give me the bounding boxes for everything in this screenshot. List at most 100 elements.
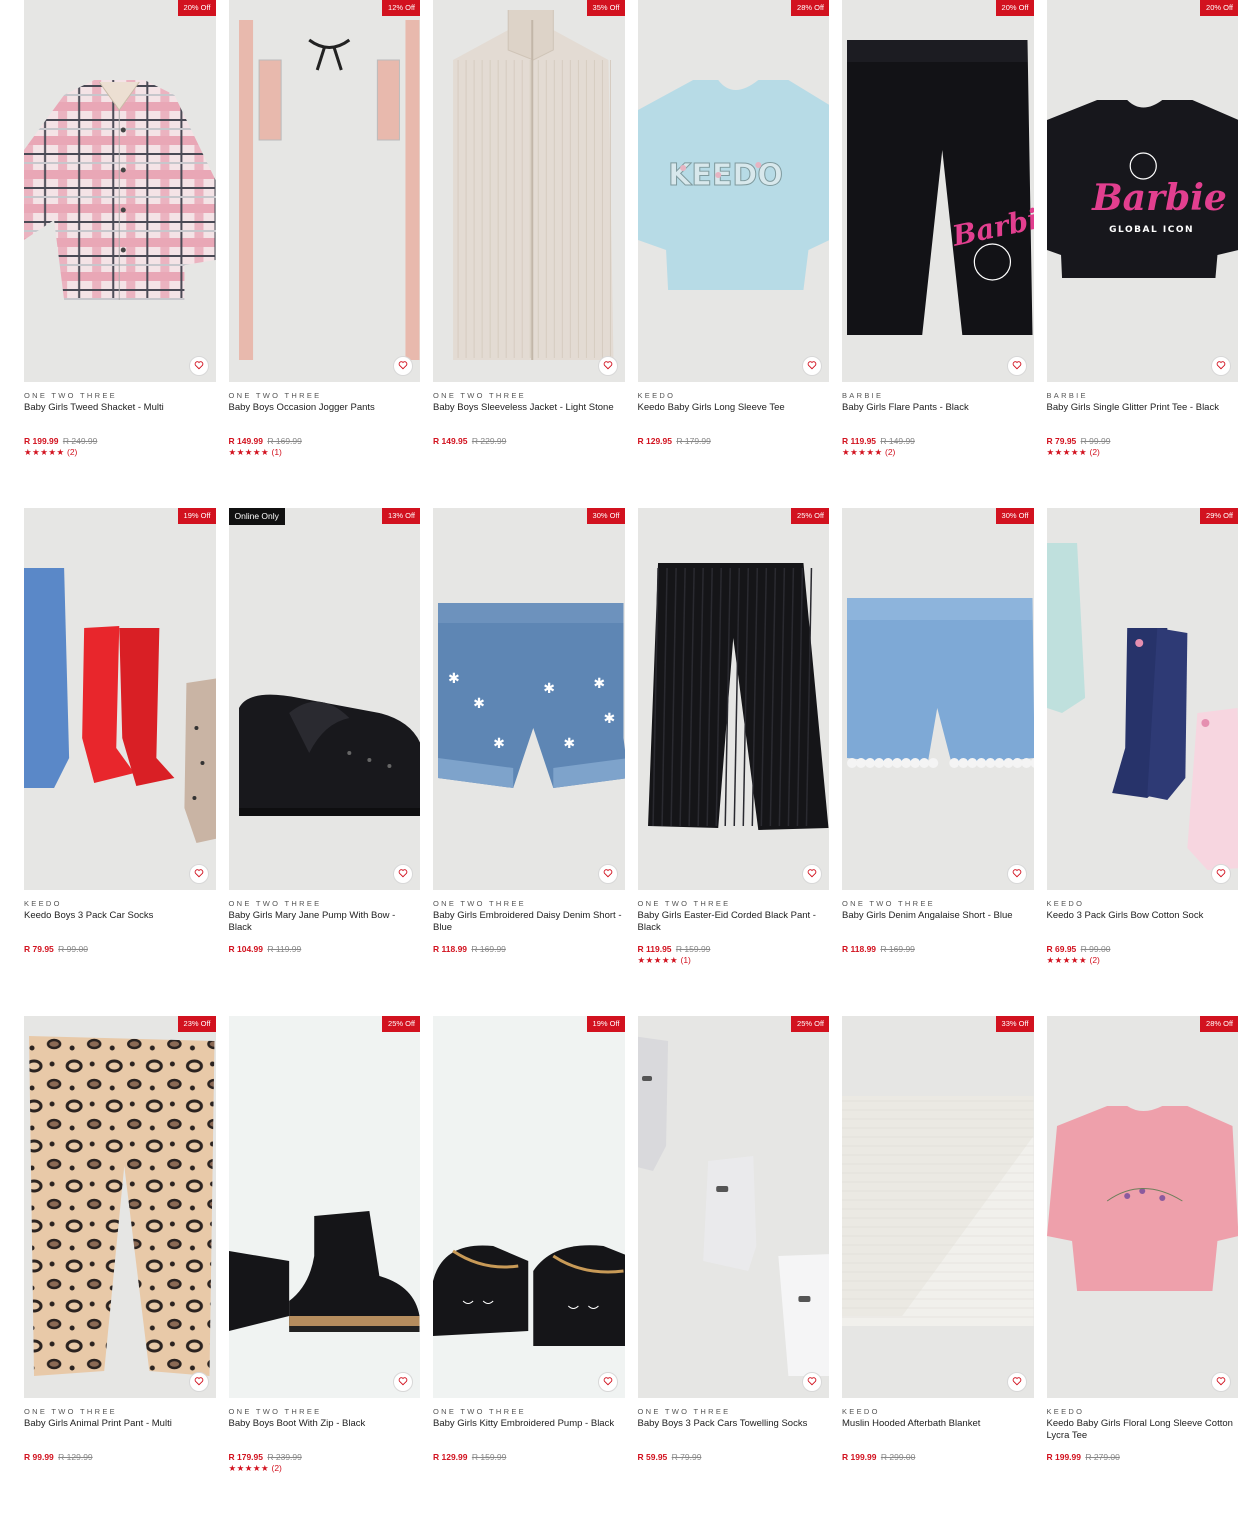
product-image[interactable]: 25% Off <box>637 508 829 890</box>
product-title[interactable]: Baby Girls Easter-Eid Corded Black Pant … <box>638 910 830 944</box>
wishlist-button[interactable] <box>188 356 209 376</box>
product-card[interactable]: 25% Off ONE TWO THREE Baby Boys 3 Pack C… <box>637 1016 830 1524</box>
product-card[interactable]: 35% Off ONE TWO THREE Baby Boys Sleevele… <box>433 0 625 508</box>
wishlist-button[interactable] <box>597 1372 618 1392</box>
product-card[interactable]: ✱ ✱ ✱ ✱ ✱ ✱ ✱ 30% Off ONE TWO THREE Baby Girls… <box>433 508 625 1016</box>
product-title[interactable]: Baby Girls Animal Print Pant - Multi <box>24 1418 216 1452</box>
product-title[interactable]: Keedo Baby Girls Long Sleeve Tee <box>638 402 830 436</box>
product-brand: ONE TWO THREE <box>228 1407 322 1416</box>
product-card[interactable]: 19% Off ONE TWO THREE Baby Girls Kitty E… <box>433 1016 625 1524</box>
product-price: R 118.99 R 169.99 <box>433 944 625 954</box>
wishlist-button[interactable] <box>597 356 618 376</box>
product-image[interactable]: 35% Off <box>433 0 625 382</box>
product-card[interactable]: Barbie GLOBAL ICON 20% Off BARBIE Baby G… <box>1046 0 1239 508</box>
product-card[interactable]: 25% Off ONE TWO THREE Baby Girls Easter-… <box>637 508 830 1016</box>
heart-icon <box>603 865 613 883</box>
product-title[interactable]: Baby Boys 3 Pack Cars Towelling Socks <box>638 1418 830 1452</box>
wishlist-button[interactable] <box>1006 864 1027 884</box>
current-price: R 199.99 <box>24 436 59 446</box>
product-image[interactable]: Barbie GLOBAL ICON 20% Off <box>1046 0 1238 382</box>
product-image[interactable]: 23% Off <box>24 1016 216 1398</box>
discount-badge: 35% Off <box>586 0 625 16</box>
product-card[interactable]: 23% Off ONE TWO THREE Baby Girls Animal … <box>24 1016 216 1524</box>
heart-icon <box>807 357 817 375</box>
wishlist-button[interactable] <box>1006 356 1027 376</box>
product-title[interactable]: Baby Girls Mary Jane Pump With Bow - Bla… <box>229 910 421 944</box>
product-card[interactable]: 19% Off KEEDO Keedo Boys 3 Pack Car Sock… <box>24 508 216 1016</box>
svg-text:✱: ✱ <box>563 736 575 752</box>
product-image[interactable]: ✱ ✱ ✱ ✱ ✱ ✱ ✱ 30% Off <box>433 508 625 890</box>
product-title[interactable]: Baby Girls Kitty Embroidered Pump - Blac… <box>433 1418 625 1452</box>
product-rating[interactable]: ★★★★★ (1) <box>229 447 421 457</box>
product-card[interactable]: 12% Off ONE TWO THREE Baby Boys Occasion… <box>228 0 421 508</box>
product-card[interactable]: Barbie 20% Off BARBIE Baby Girls Flare P… <box>842 0 1034 508</box>
wishlist-button[interactable] <box>188 864 209 884</box>
product-image[interactable]: 20% Off <box>24 0 216 382</box>
product-card[interactable]: 20% Off ONE TWO THREE Baby Girls Tweed S… <box>24 0 216 508</box>
product-rating[interactable]: ★★★★★ (1) <box>638 955 830 965</box>
product-image[interactable]: KEEDO 28% Off <box>637 0 829 382</box>
star-icons: ★★★★★ <box>842 447 883 457</box>
product-title[interactable]: Baby Boys Boot With Zip - Black <box>229 1418 421 1452</box>
product-card[interactable]: 25% Off ONE TWO THREE Baby Boys Boot Wit… <box>228 1016 421 1524</box>
product-price: R 79.95 R 99.00 <box>24 944 216 954</box>
wishlist-button[interactable] <box>393 864 413 884</box>
wishlist-button[interactable] <box>802 864 822 884</box>
product-image[interactable]: 30% Off <box>842 508 1034 890</box>
product-rating[interactable]: ★★★★★ (2) <box>842 447 1034 457</box>
product-title[interactable]: Baby Boys Sleeveless Jacket - Light Ston… <box>433 402 625 436</box>
product-rating[interactable]: ★★★★★ (2) <box>1047 447 1239 457</box>
product-image[interactable]: 25% Off <box>637 1016 829 1398</box>
product-image[interactable]: 29% Off <box>1046 508 1238 890</box>
product-card[interactable]: 28% Off KEEDO Keedo Baby Girls Floral Lo… <box>1046 1016 1239 1524</box>
wishlist-button[interactable] <box>1211 356 1231 376</box>
product-title[interactable]: Baby Girls Tweed Shacket - Multi <box>24 402 216 436</box>
product-rating[interactable]: ★★★★★ (2) <box>229 1463 421 1473</box>
product-card[interactable]: KEEDO 28% Off KEEDO Keedo Baby Girls Lon… <box>637 0 830 508</box>
product-card[interactable]: 30% Off ONE TWO THREE Baby Girls Denim A… <box>842 508 1034 1016</box>
wishlist-button[interactable] <box>393 1372 413 1392</box>
product-rating[interactable]: ★★★★★ (2) <box>1047 955 1239 965</box>
product-image[interactable]: Barbie 20% Off <box>842 0 1034 382</box>
wishlist-button[interactable] <box>1211 1372 1231 1392</box>
wishlist-button[interactable] <box>802 1372 822 1392</box>
product-title[interactable]: Baby Girls Flare Pants - Black <box>842 402 1034 436</box>
svg-text:GLOBAL ICON: GLOBAL ICON <box>1109 225 1194 235</box>
product-card[interactable]: 33% Off KEEDO Muslin Hooded Afterbath Bl… <box>842 1016 1034 1524</box>
product-image[interactable]: 19% Off <box>24 508 216 890</box>
product-price: R 59.95 R 79.99 <box>638 1452 830 1462</box>
discount-badge: 25% Off <box>791 1016 829 1032</box>
wishlist-button[interactable] <box>802 356 822 376</box>
wishlist-button[interactable] <box>188 1372 209 1392</box>
original-price: R 119.99 <box>267 944 302 954</box>
svg-text:✱: ✱ <box>593 676 605 692</box>
product-image[interactable]: 12% Off <box>228 0 420 382</box>
product-title[interactable]: Baby Girls Embroidered Daisy Denim Short… <box>433 910 625 944</box>
product-title[interactable]: Muslin Hooded Afterbath Blanket <box>842 1418 1034 1452</box>
heart-icon <box>398 357 408 375</box>
wishlist-button[interactable] <box>1006 1372 1027 1392</box>
product-image[interactable]: 25% Off <box>228 1016 420 1398</box>
heart-icon <box>1012 357 1022 375</box>
product-title[interactable]: Keedo Boys 3 Pack Car Socks <box>24 910 216 944</box>
product-title[interactable]: Baby Boys Occasion Jogger Pants <box>229 402 421 436</box>
wishlist-button[interactable] <box>1211 864 1231 884</box>
svg-text:✱: ✱ <box>473 696 485 712</box>
product-image[interactable]: Online Only 13% Off <box>228 508 420 890</box>
product-image[interactable]: 33% Off <box>842 1016 1034 1398</box>
product-title[interactable]: Keedo Baby Girls Floral Long Sleeve Cott… <box>1047 1418 1239 1452</box>
product-title[interactable]: Baby Girls Denim Angalaise Short - Blue <box>842 910 1034 944</box>
product-card[interactable]: 29% Off KEEDO Keedo 3 Pack Girls Bow Cot… <box>1046 508 1239 1016</box>
current-price: R 118.99 <box>842 944 877 954</box>
discount-badge: 23% Off <box>177 1016 216 1032</box>
product-image[interactable]: 28% Off <box>1046 1016 1238 1398</box>
product-card[interactable]: Online Only 13% Off ONE TWO THREE Baby G… <box>228 508 421 1016</box>
product-image[interactable]: 19% Off <box>433 1016 625 1398</box>
product-rating[interactable]: ★★★★★ (2) <box>24 447 216 457</box>
original-price: R 159.99 <box>675 944 711 954</box>
product-title[interactable]: Keedo 3 Pack Girls Bow Cotton Sock <box>1047 910 1239 944</box>
wishlist-button[interactable] <box>597 864 618 884</box>
current-price: R 99.99 <box>24 1452 54 1462</box>
wishlist-button[interactable] <box>393 356 413 376</box>
product-title[interactable]: Baby Girls Single Glitter Print Tee - Bl… <box>1047 402 1239 436</box>
